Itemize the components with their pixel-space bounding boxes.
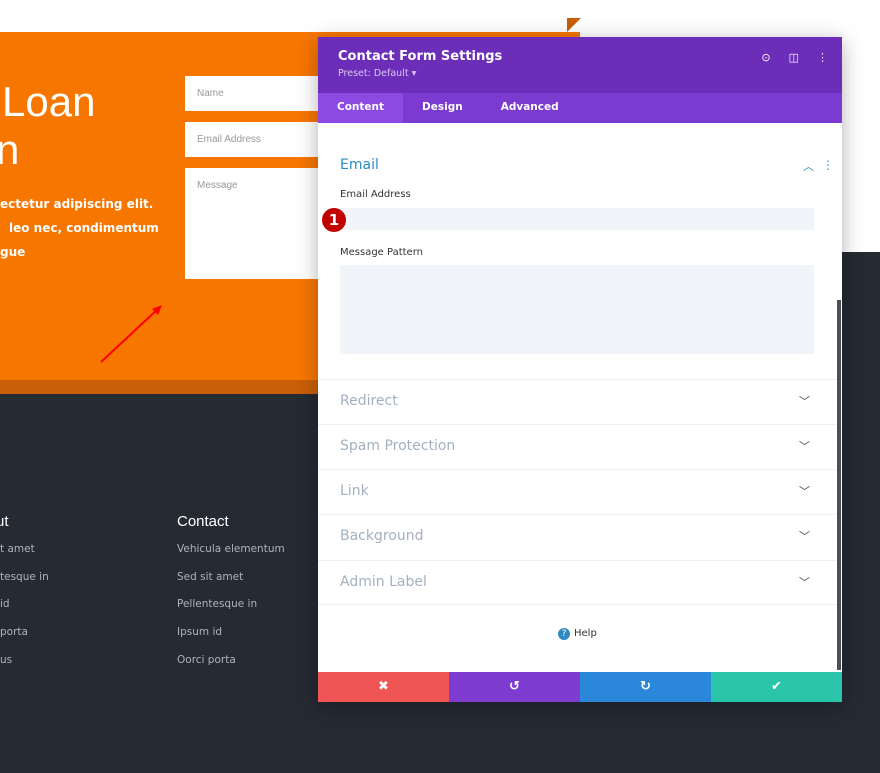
cancel-button[interactable]: ✖ — [318, 672, 449, 702]
footer-link[interactable]: porta — [0, 626, 28, 638]
redo-button[interactable]: ↻ — [580, 672, 711, 702]
panel-title: Contact Form Settings — [338, 49, 503, 64]
footer-link[interactable]: Sed sit amet — [177, 571, 243, 583]
name-field[interactable]: Name — [185, 76, 325, 111]
tab-design[interactable]: Design — [403, 93, 482, 123]
chevron-down-icon: ﹀ — [799, 485, 810, 498]
section-label: Redirect — [340, 393, 398, 409]
footer-link[interactable]: Vehicula elementum — [177, 543, 285, 555]
red-arrow-annotation — [100, 305, 162, 363]
fullscreen-icon[interactable]: ⊙ — [761, 51, 770, 64]
chevron-down-icon: ﹀ — [799, 395, 810, 408]
section-title-email[interactable]: Email — [340, 157, 379, 173]
email-address-input[interactable] — [340, 208, 814, 230]
footer-link[interactable]: us — [0, 654, 12, 666]
section-redirect[interactable]: Redirect ﹀ — [318, 379, 838, 424]
sidebar-layout-icon[interactable]: ◫ — [789, 51, 799, 64]
chevron-down-icon: ﹀ — [799, 576, 810, 589]
footer-col-title: Contact — [177, 513, 229, 530]
section-options-icon[interactable]: ⋮ — [822, 158, 834, 172]
tab-advanced[interactable]: Advanced — [482, 93, 578, 123]
undo-button[interactable]: ↺ — [449, 672, 580, 702]
settings-panel: Contact Form Settings Preset: Default ▾ … — [318, 37, 842, 702]
help-link[interactable]: ? Help — [558, 628, 597, 640]
section-label: Link — [340, 483, 369, 499]
email-address-label: Email Address — [340, 189, 411, 200]
section-corner — [567, 18, 581, 32]
save-button[interactable]: ✔ — [711, 672, 842, 702]
chevron-down-icon: ﹀ — [799, 440, 810, 453]
section-label: Background — [340, 528, 424, 544]
message-field[interactable]: Message — [185, 168, 325, 279]
message-pattern-textarea[interactable] — [340, 265, 814, 354]
scrollbar[interactable] — [837, 300, 841, 670]
section-admin-label[interactable]: Admin Label ﹀ — [318, 560, 838, 605]
section-label: Spam Protection — [340, 438, 456, 454]
footer-link[interactable]: Ipsum id — [177, 626, 222, 638]
section-label: Admin Label — [340, 574, 427, 590]
footer-link[interactable]: t amet — [0, 543, 35, 555]
footer-col-title: ut — [0, 513, 9, 530]
step-badge: 1 — [322, 208, 346, 232]
hero-text: ectetur adipiscing elit. leo nec, condime… — [0, 197, 159, 259]
tab-content[interactable]: Content — [318, 93, 404, 123]
section-link[interactable]: Link ﹀ — [318, 469, 838, 514]
footer-link[interactable]: tesque in — [0, 571, 49, 583]
email-field[interactable]: Email Address — [185, 122, 325, 157]
preset-dropdown[interactable]: Preset: Default ▾ — [338, 68, 822, 79]
section-spam-protection[interactable]: Spam Protection ﹀ — [318, 424, 838, 469]
more-options-icon[interactable]: ⋮ — [817, 51, 828, 64]
footer-link[interactable]: id — [0, 598, 10, 610]
message-pattern-label: Message Pattern — [340, 247, 423, 258]
footer-link[interactable]: Pellentesque in — [177, 598, 257, 610]
help-label: Help — [574, 628, 597, 639]
footer-link[interactable]: Oorci porta — [177, 654, 236, 666]
chevron-up-icon[interactable]: ︿ — [803, 158, 814, 174]
help-icon: ? — [558, 628, 570, 640]
dark-background — [842, 252, 880, 412]
panel-header: Contact Form Settings Preset: Default ▾ … — [318, 37, 842, 93]
chevron-down-icon: ﹀ — [799, 530, 810, 543]
panel-tabs: Content Design Advanced — [318, 93, 842, 123]
section-background[interactable]: Background ﹀ — [318, 514, 838, 559]
hero-title: Loan n — [0, 78, 96, 173]
panel-action-bar: ✖ ↺ ↻ ✔ — [318, 672, 842, 702]
